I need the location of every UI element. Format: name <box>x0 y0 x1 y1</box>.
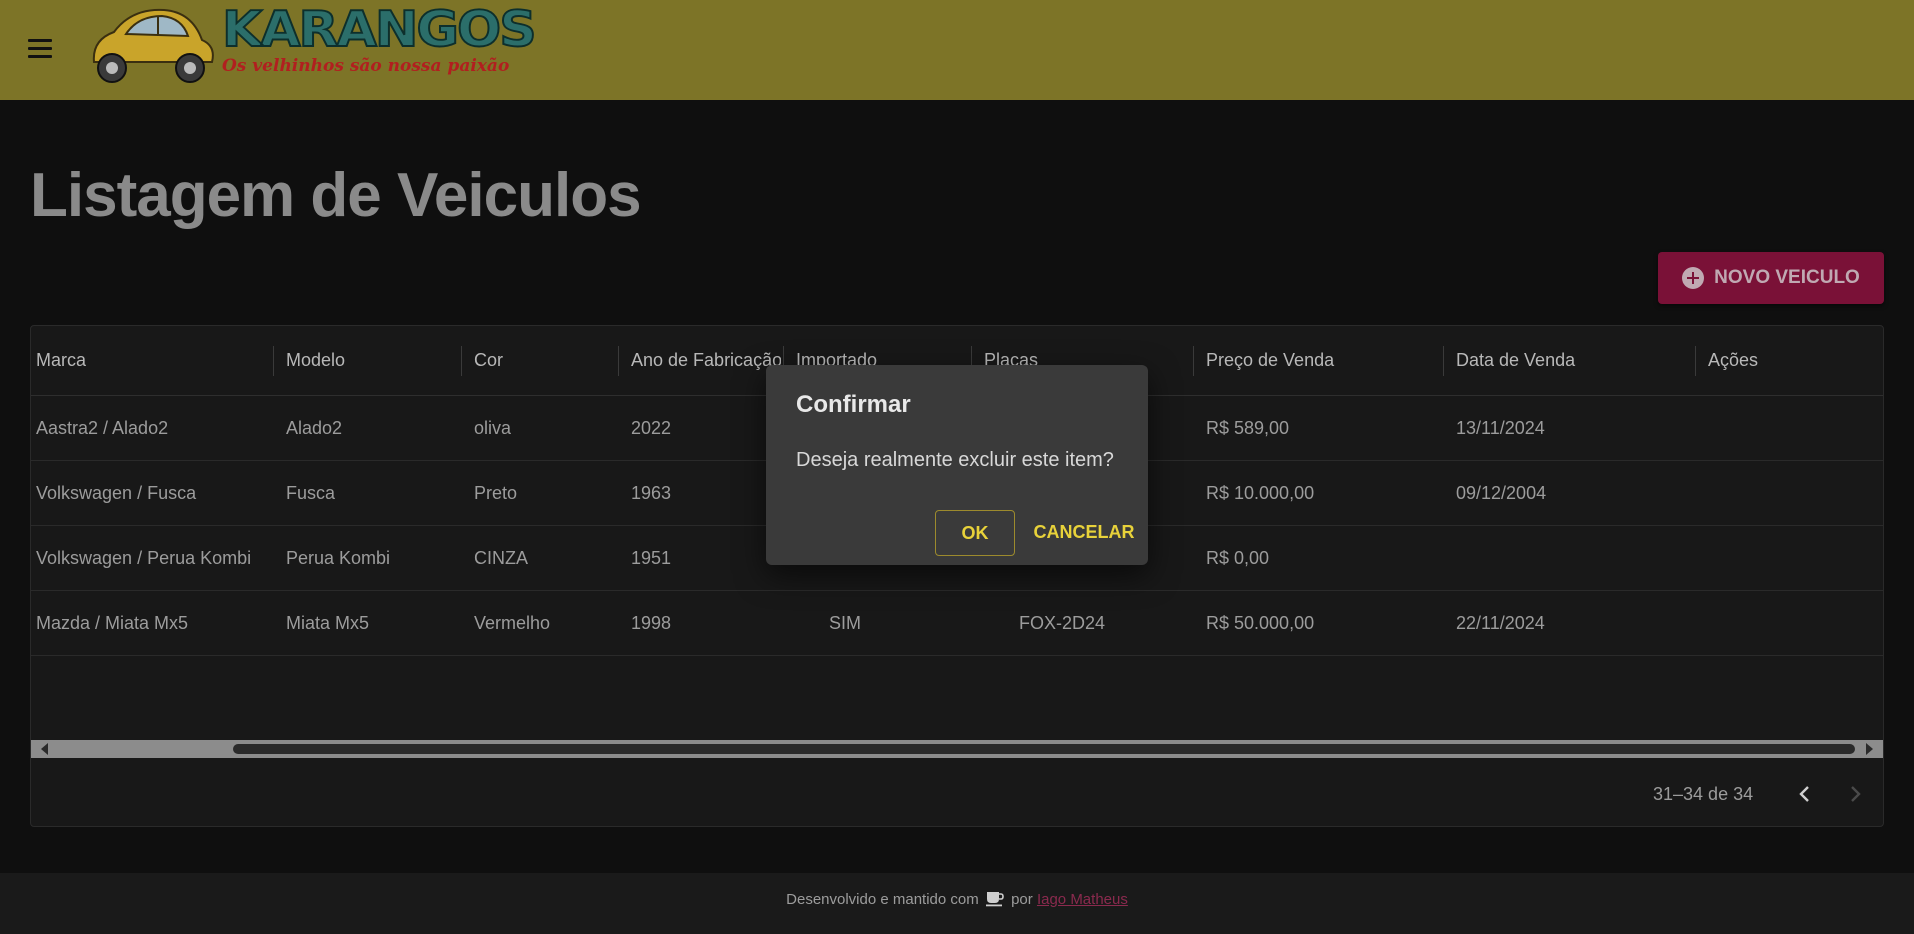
confirm-dialog: Confirmar Deseja realmente excluir este … <box>766 365 1148 565</box>
dialog-title: Confirmar <box>796 391 911 418</box>
modal-backdrop[interactable]: Confirmar Deseja realmente excluir este … <box>0 0 1914 934</box>
ok-button[interactable]: OK <box>935 510 1015 556</box>
dialog-message: Deseja realmente excluir este item? <box>796 449 1114 471</box>
cancel-button[interactable]: CANCELAR <box>1030 510 1138 554</box>
